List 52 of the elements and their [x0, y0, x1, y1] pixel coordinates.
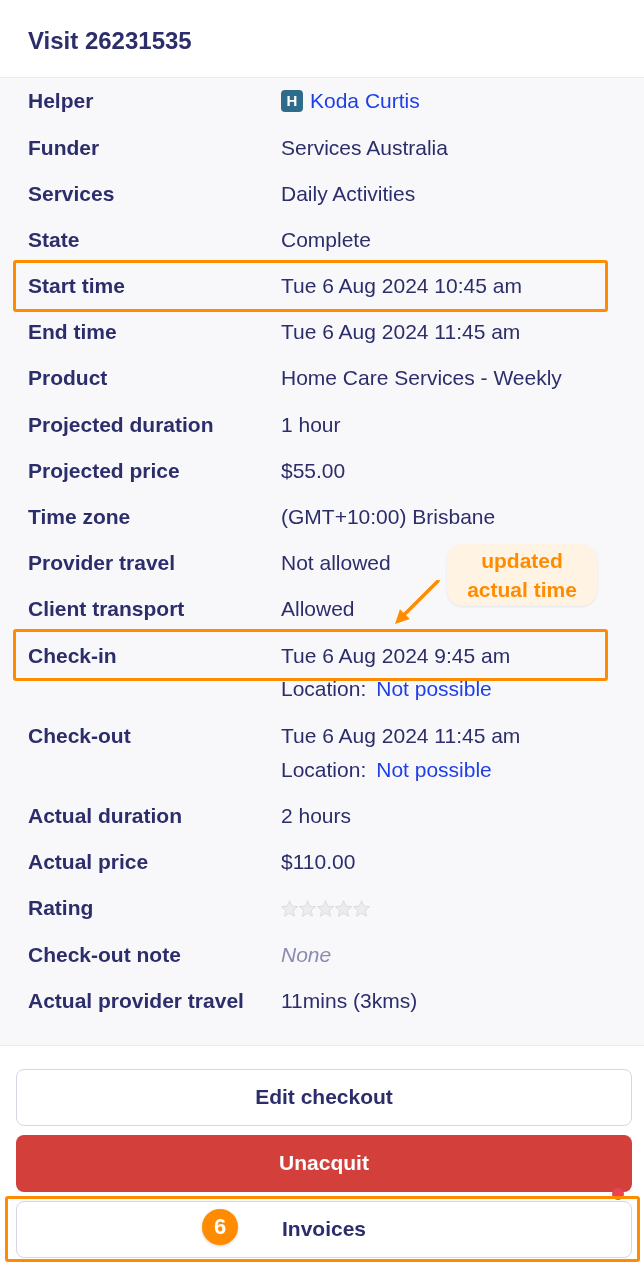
field-value: Tue 6 Aug 2024 10:45 am [281, 273, 522, 300]
field-label: Start time [28, 273, 125, 300]
field-value: $110.00 [281, 849, 356, 876]
empty-star-icon [281, 899, 298, 917]
arrow-icon [394, 580, 440, 627]
field-value: $55.00 [281, 457, 346, 484]
field-label: Funder [28, 134, 100, 161]
action-button[interactable]: Unacquit [16, 1134, 632, 1192]
field-value: Allowed [281, 596, 355, 623]
field-label: Provider travel [28, 550, 176, 577]
location-link[interactable]: Not possible [376, 678, 492, 701]
empty-star-icon [317, 899, 334, 917]
field-value: Tue 6 Aug 2024 11:45 am [281, 319, 521, 346]
field-value: Home Care Services - Weekly [281, 365, 562, 392]
field-label: Check-out note [28, 941, 181, 968]
field-value: 1 hour [281, 411, 341, 438]
annotation-callout: updated actual time [447, 544, 597, 607]
field-value: Complete [281, 226, 371, 253]
field-value: Tue 6 Aug 2024 9:45 am [281, 642, 511, 669]
field-value: (GMT+10:00) Brisbane [281, 504, 496, 531]
helper-link[interactable]: Koda Curtis [310, 85, 420, 117]
empty-star-icon [353, 899, 370, 917]
field-label: End time [28, 319, 117, 346]
field-label: Projected price [28, 457, 180, 484]
field-value: 2 hours [281, 802, 352, 829]
field-label: Product [28, 365, 108, 392]
field-label: Services [28, 180, 115, 207]
location-label: Location: [281, 678, 367, 701]
field-value: 11mins (3kms) [281, 987, 418, 1014]
helper-badge: H [281, 90, 303, 113]
page-title: Visit 26231535 [28, 25, 192, 56]
action-button[interactable]: Edit checkout [16, 1068, 632, 1126]
empty-star-icon [335, 899, 352, 917]
empty-star-icon [299, 899, 316, 917]
field-label: Check-in [28, 642, 117, 669]
field-value: Not allowed [281, 550, 391, 577]
field-label: Rating [28, 895, 94, 922]
field-label: Time zone [28, 504, 131, 531]
field-label: Actual price [28, 849, 149, 876]
field-label: Client transport [28, 596, 185, 623]
location-label: Location: [281, 758, 367, 781]
field-label: Helper [28, 88, 94, 115]
field-value: Daily Activities [281, 180, 416, 207]
field-label: Projected duration [28, 411, 214, 438]
field-value: Services Australia [281, 134, 448, 161]
location-link[interactable]: Not possible [376, 758, 492, 781]
field-label: Actual provider travel [28, 987, 244, 1014]
field-label: Actual duration [28, 802, 182, 829]
field-label: State [28, 226, 80, 253]
field-value: None [281, 941, 332, 968]
field-label: Check-out [28, 722, 131, 749]
field-value: Tue 6 Aug 2024 11:45 am [281, 722, 521, 749]
